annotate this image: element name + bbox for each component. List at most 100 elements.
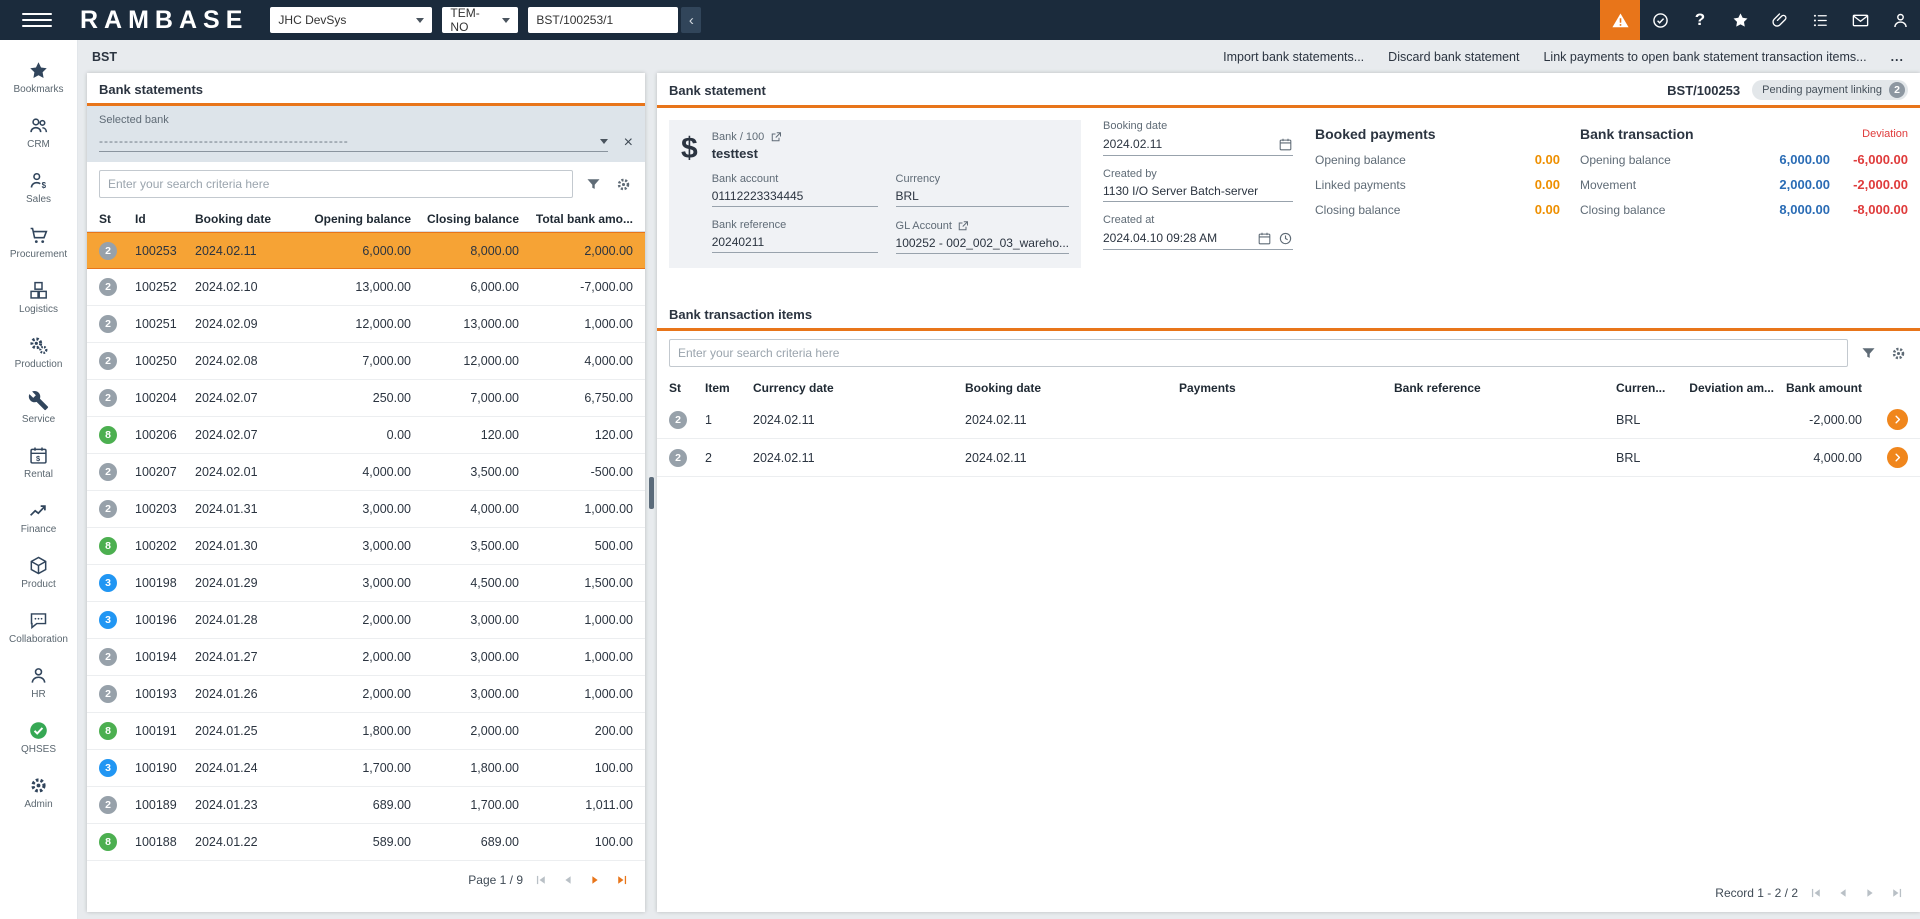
statement-row[interactable]: 3 100198 2024.01.29 3,000.00 4,500.00 1,… <box>87 565 645 602</box>
table-settings-gear-icon[interactable] <box>613 174 633 194</box>
statement-row[interactable]: 2 100193 2024.01.26 2,000.00 3,000.00 1,… <box>87 676 645 713</box>
sidebar-item-sales[interactable]: $ Sales <box>0 160 77 215</box>
external-link-icon[interactable] <box>769 130 782 143</box>
statement-row[interactable]: 2 100189 2024.01.23 689.00 1,700.00 1,01… <box>87 787 645 824</box>
approvals-check-icon[interactable] <box>1640 0 1680 40</box>
column-closing-balance[interactable]: Closing balance <box>411 212 519 226</box>
filter-funnel-icon[interactable] <box>583 174 603 194</box>
document-ref-input[interactable] <box>528 7 678 33</box>
attachment-paperclip-icon[interactable] <box>1760 0 1800 40</box>
link-payments-action[interactable]: Link payments to open bank statement tra… <box>1543 50 1866 64</box>
column-currency-date[interactable]: Currency date <box>753 381 965 395</box>
sidebar-item-crm[interactable]: CRM <box>0 105 77 160</box>
company-selector[interactable]: TEM-NO <box>442 7 518 33</box>
selected-bank-combobox[interactable]: ----------------------------------------… <box>99 134 608 152</box>
column-item[interactable]: Item <box>705 381 753 395</box>
statement-row[interactable]: 2 100207 2024.02.01 4,000.00 3,500.00 -5… <box>87 454 645 491</box>
messages-mail-icon[interactable] <box>1840 0 1880 40</box>
column-deviation-amount[interactable]: Deviation am... <box>1674 381 1774 395</box>
sidebar-item-procurement[interactable]: Procurement <box>0 215 77 270</box>
transaction-item-row[interactable]: 2 1 2024.02.11 2024.02.11 BRL -2,000.00 <box>657 401 1920 439</box>
status-badge-pill[interactable]: Pending payment linking 2 <box>1752 80 1908 100</box>
help-icon[interactable]: ? <box>1680 0 1720 40</box>
transaction-item-row[interactable]: 2 2 2024.02.11 2024.02.11 BRL 4,000.00 <box>657 439 1920 477</box>
open-item-arrow-button[interactable] <box>1887 447 1908 468</box>
column-booking-date[interactable]: Booking date <box>965 381 1179 395</box>
column-bank-amount[interactable]: Bank amount <box>1774 381 1862 395</box>
last-page-button[interactable] <box>613 871 631 889</box>
sidebar-item-logistics[interactable]: Logistics <box>0 270 77 325</box>
last-page-button[interactable] <box>1888 884 1906 902</box>
sidebar-item-production[interactable]: Production <box>0 325 77 380</box>
sidebar-item-admin[interactable]: Admin <box>0 765 77 820</box>
statement-opening-balance: 2,000.00 <box>303 687 411 701</box>
created-by-field[interactable]: 1130 I/O Server Batch-server <box>1103 184 1293 202</box>
statement-row[interactable]: 2 100194 2024.01.27 2,000.00 3,000.00 1,… <box>87 639 645 676</box>
column-booking-date[interactable]: Booking date <box>195 212 303 226</box>
back-button[interactable]: ‹ <box>681 7 701 33</box>
statement-row[interactable]: 8 100191 2024.01.25 1,800.00 2,000.00 20… <box>87 713 645 750</box>
statement-row[interactable]: 2 100251 2024.02.09 12,000.00 13,000.00 … <box>87 306 645 343</box>
gl-account-field[interactable]: 100252 - 002_002_03_wareho... <box>896 236 1069 254</box>
statement-row[interactable]: 3 100196 2024.01.28 2,000.00 3,000.00 1,… <box>87 602 645 639</box>
filter-funnel-icon[interactable] <box>1858 343 1878 363</box>
calendar-icon[interactable] <box>1277 136 1293 152</box>
column-currency[interactable]: Curren... <box>1616 381 1674 395</box>
currency-field[interactable]: BRL <box>896 189 1069 207</box>
task-list-icon[interactable] <box>1800 0 1840 40</box>
statement-row[interactable]: 8 100206 2024.02.07 0.00 120.00 120.00 <box>87 417 645 454</box>
sidebar-item-finance[interactable]: Finance <box>0 490 77 545</box>
statement-row[interactable]: 2 100252 2024.02.10 13,000.00 6,000.00 -… <box>87 269 645 306</box>
column-id[interactable]: Id <box>135 212 195 226</box>
statement-row[interactable]: 8 100202 2024.01.30 3,000.00 3,500.00 50… <box>87 528 645 565</box>
statements-search-input[interactable] <box>99 170 573 198</box>
sidebar-item-bookmarks[interactable]: Bookmarks <box>0 50 77 105</box>
next-page-button[interactable] <box>586 871 604 889</box>
items-search-input[interactable] <box>669 339 1848 367</box>
statement-row[interactable]: 2 100203 2024.01.31 3,000.00 4,000.00 1,… <box>87 491 645 528</box>
previous-page-button[interactable] <box>1834 884 1852 902</box>
first-page-button[interactable] <box>1807 884 1825 902</box>
column-bank-reference[interactable]: Bank reference <box>1394 381 1616 395</box>
sidebar-item-hr[interactable]: HR <box>0 655 77 710</box>
clear-bank-filter-button[interactable]: × <box>624 135 633 151</box>
statement-row[interactable]: 2 100253 2024.02.11 6,000.00 8,000.00 2,… <box>87 232 645 269</box>
external-link-icon[interactable] <box>957 219 970 232</box>
sidebar-item-qhses[interactable]: QHSES <box>0 710 77 765</box>
calendar-icon[interactable] <box>1256 230 1272 246</box>
sidebar-item-service[interactable]: Service <box>0 380 77 435</box>
more-actions-button[interactable]: ... <box>1891 50 1904 64</box>
column-st[interactable]: St <box>99 212 135 226</box>
booking-date-field[interactable]: 2024.02.11 <box>1103 136 1293 156</box>
panel-splitter[interactable] <box>645 73 657 912</box>
discard-bank-statement-action[interactable]: Discard bank statement <box>1388 50 1519 64</box>
next-page-button[interactable] <box>1861 884 1879 902</box>
sidebar-item-rental[interactable]: $ Rental <box>0 435 77 490</box>
statement-row[interactable]: 2 100204 2024.02.07 250.00 7,000.00 6,75… <box>87 380 645 417</box>
previous-page-button[interactable] <box>559 871 577 889</box>
bank-account-field[interactable]: 01112223334445 <box>712 189 878 207</box>
sidebar-item-product[interactable]: Product <box>0 545 77 600</box>
sidebar-item-collaboration[interactable]: Collaboration <box>0 600 77 655</box>
chevron-down-icon[interactable] <box>600 139 608 148</box>
system-selector[interactable]: JHC DevSys <box>270 7 432 33</box>
created-at-field[interactable]: 2024.04.10 09:28 AM <box>1103 230 1293 250</box>
column-total-bank-amount[interactable]: Total bank amo... <box>519 212 633 226</box>
clock-icon[interactable] <box>1277 230 1293 246</box>
statement-row[interactable]: 2 100250 2024.02.08 7,000.00 12,000.00 4… <box>87 343 645 380</box>
bank-reference-field[interactable]: 20240211 <box>712 235 878 253</box>
column-st[interactable]: St <box>669 381 705 395</box>
statement-row[interactable]: 8 100188 2024.01.22 589.00 689.00 100.00 <box>87 824 645 861</box>
profile-person-icon[interactable] <box>1880 0 1920 40</box>
open-item-arrow-button[interactable] <box>1887 409 1908 430</box>
rambase-logo[interactable]: RAMBASE <box>80 6 248 35</box>
column-payments[interactable]: Payments <box>1179 381 1394 395</box>
menu-hamburger-icon[interactable] <box>22 5 52 35</box>
statement-row[interactable]: 3 100190 2024.01.24 1,700.00 1,800.00 10… <box>87 750 645 787</box>
table-settings-gear-icon[interactable] <box>1888 343 1908 363</box>
favorites-star-icon[interactable] <box>1720 0 1760 40</box>
first-page-button[interactable] <box>532 871 550 889</box>
column-opening-balance[interactable]: Opening balance <box>303 212 411 226</box>
alert-icon[interactable] <box>1600 0 1640 40</box>
import-bank-statements-action[interactable]: Import bank statements... <box>1223 50 1364 64</box>
